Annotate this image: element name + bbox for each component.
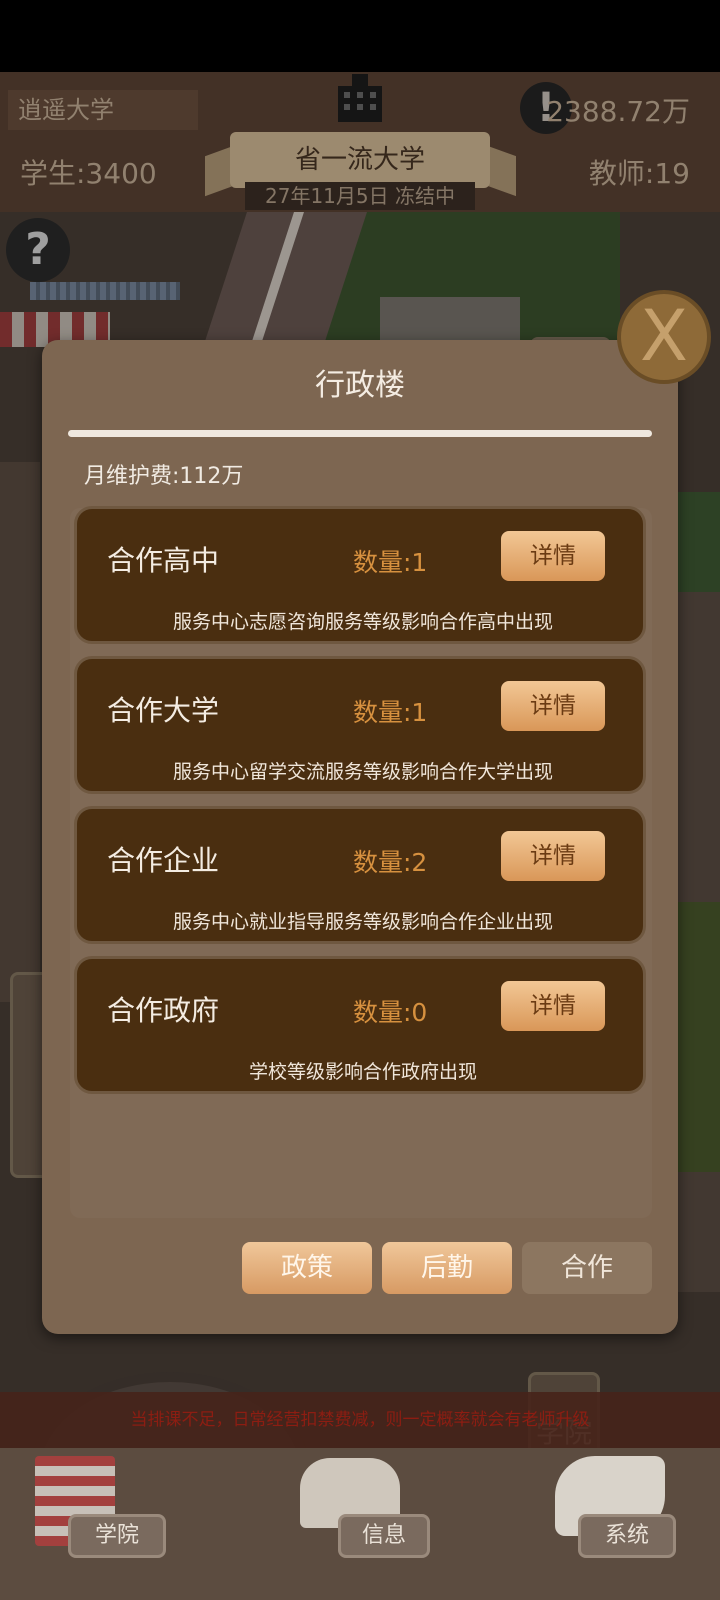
details-button[interactable]: 详情 [501,831,605,881]
card-description: 服务中心留学交流服务等级影响合作大学出现 [172,761,553,783]
close-icon[interactable]: X [617,290,711,384]
card-count: 数量:0 [353,998,428,1027]
details-button[interactable]: 详情 [501,531,605,581]
details-button[interactable]: 详情 [501,681,605,731]
card-title: 合作政府 [107,994,220,1027]
tab-cooperation[interactable]: 合作 [522,1242,652,1294]
card-description: 服务中心就业指导服务等级影响合作企业出现 [172,911,553,933]
card-description: 学校等级影响合作政府出现 [248,1061,477,1083]
nav-college-button[interactable]: 学院 [68,1514,166,1558]
cooperation-card-enterprise: 合作企业 数量:2 详情 服务中心就业指导服务等级影响合作企业出现 [74,806,646,944]
card-count: 数量:1 [353,698,428,727]
monthly-maintenance-fee: 月维护费:112万 [84,464,244,489]
administration-building-dialog: 行政楼 月维护费:112万 合作高中 数量:1 详情 服务中心志愿咨询服务等级影… [42,340,678,1334]
nav-info-button[interactable]: 信息 [338,1514,430,1558]
card-count: 数量:1 [353,548,428,577]
card-count: 数量:2 [353,848,428,877]
card-description: 服务中心志愿咨询服务等级影响合作高中出现 [172,611,553,633]
tab-policy[interactable]: 政策 [242,1242,372,1294]
cooperation-card-government: 合作政府 数量:0 详情 学校等级影响合作政府出现 [74,956,646,1094]
dialog-title: 行政楼 [315,368,405,403]
card-title: 合作大学 [107,694,220,727]
card-title: 合作高中 [107,544,220,577]
tab-logistics[interactable]: 后勤 [382,1242,512,1294]
title-divider [68,430,652,437]
status-bar [0,0,720,72]
cooperation-card-high-school: 合作高中 数量:1 详情 服务中心志愿咨询服务等级影响合作高中出现 [74,506,646,644]
nav-system-button[interactable]: 系统 [578,1514,676,1558]
bottom-navigation: 学院 信息 系统 [0,1448,720,1600]
card-title: 合作企业 [107,844,220,877]
news-ticker: 当排课不足，日常经营扣禁费减，则一定概率就会有老师升级 [0,1392,720,1448]
details-button[interactable]: 详情 [501,981,605,1031]
cooperation-card-university: 合作大学 数量:1 详情 服务中心留学交流服务等级影响合作大学出现 [74,656,646,794]
cooperation-list[interactable]: 合作高中 数量:1 详情 服务中心志愿咨询服务等级影响合作高中出现 合作大学 数… [70,506,652,1218]
